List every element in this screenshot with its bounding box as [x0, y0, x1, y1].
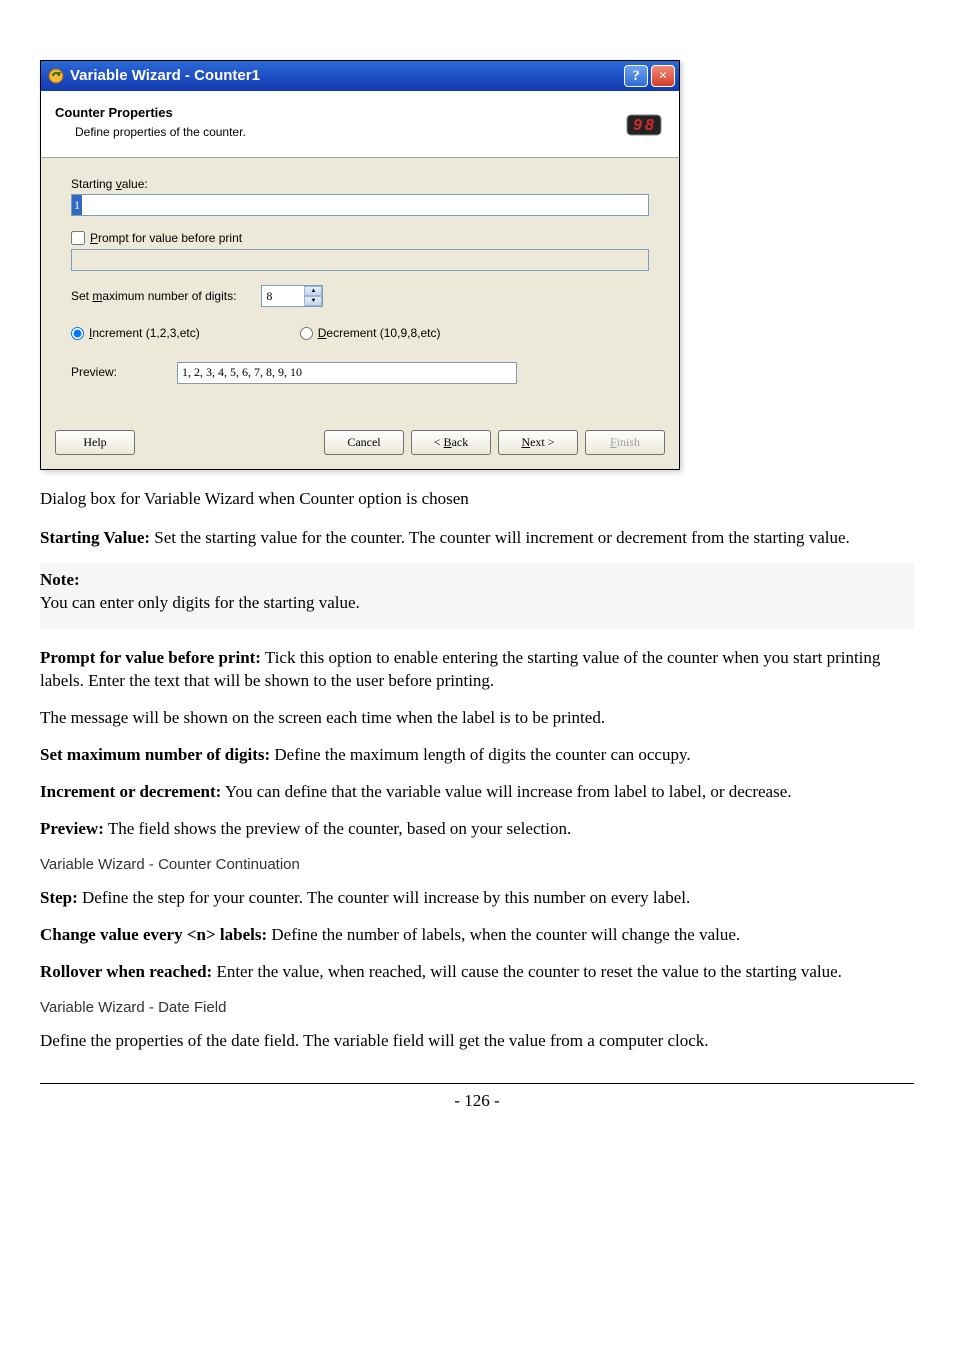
- para-date: Define the properties of the date field.…: [40, 1030, 914, 1053]
- starting-value-field: Starting value: 1: [71, 176, 649, 216]
- subhead-counter-continuation: Variable Wizard - Counter Continuation: [40, 855, 914, 875]
- prompt-field: Prompt for value before print: [71, 230, 649, 271]
- help-button[interactable]: Help: [55, 430, 135, 455]
- max-digits-field: Set maximum number of digits: ▲ ▼: [71, 285, 649, 307]
- para-message: The message will be shown on the screen …: [40, 707, 914, 730]
- max-digits-label: Set maximum number of digits:: [71, 288, 236, 304]
- svg-text:9: 9: [633, 117, 642, 134]
- subhead-date-field: Variable Wizard - Date Field: [40, 998, 914, 1018]
- spin-down-icon[interactable]: ▼: [304, 296, 322, 306]
- titlebar[interactable]: Variable Wizard - Counter1 ? ×: [41, 61, 679, 91]
- para-change: Change value every <n> labels: Define th…: [40, 924, 914, 947]
- preview-field: Preview:: [71, 362, 649, 384]
- dialog-window: Variable Wizard - Counter1 ? × Counter P…: [40, 60, 680, 470]
- back-button[interactable]: < Back: [411, 430, 491, 455]
- cancel-button[interactable]: Cancel: [324, 430, 404, 455]
- note-body: You can enter only digits for the starti…: [40, 593, 360, 612]
- figure-caption: Dialog box for Variable Wizard when Coun…: [40, 488, 914, 511]
- dialog-body: Starting value: 1 Prompt for value befor…: [41, 158, 679, 394]
- note-block: Note: You can enter only digits for the …: [40, 563, 914, 629]
- prompt-checkbox[interactable]: [71, 231, 85, 245]
- close-icon[interactable]: ×: [651, 65, 675, 87]
- para-max-digits: Set maximum number of digits: Define the…: [40, 744, 914, 767]
- starting-value-input[interactable]: [71, 194, 649, 216]
- preview-output: [177, 362, 517, 384]
- decrement-radio[interactable]: [300, 327, 313, 340]
- prompt-input: [71, 249, 649, 271]
- para-increment: Increment or decrement: You can define t…: [40, 781, 914, 804]
- help-icon[interactable]: ?: [624, 65, 648, 87]
- decrement-radio-label[interactable]: Decrement (10,9,8,etc): [300, 325, 441, 341]
- para-rollover: Rollover when reached: Enter the value, …: [40, 961, 914, 984]
- max-digits-spinner[interactable]: ▲ ▼: [261, 285, 323, 307]
- increment-radio[interactable]: [71, 327, 84, 340]
- para-starting-value: Starting Value: Set the starting value f…: [40, 527, 914, 550]
- direction-radiogroup: Increment (1,2,3,etc) Decrement (10,9,8,…: [71, 325, 649, 341]
- app-icon: [47, 67, 65, 85]
- next-button[interactable]: Next >: [498, 430, 578, 455]
- para-step: Step: Define the step for your counter. …: [40, 887, 914, 910]
- para-preview: Preview: The field shows the preview of …: [40, 818, 914, 841]
- para-prompt: Prompt for value before print: Tick this…: [40, 647, 914, 693]
- header-subtitle: Define properties of the counter.: [75, 124, 623, 140]
- prompt-label: Prompt for value before print: [90, 230, 242, 246]
- finish-button: Finish: [585, 430, 665, 455]
- spin-up-icon[interactable]: ▲: [304, 286, 322, 296]
- preview-label: Preview:: [71, 364, 117, 380]
- dialog-header: Counter Properties Define properties of …: [41, 91, 679, 158]
- increment-radio-label[interactable]: Increment (1,2,3,etc): [71, 325, 200, 341]
- page-number: - 126 -: [40, 1090, 914, 1113]
- header-title: Counter Properties: [55, 104, 623, 122]
- starting-value-selection: 1: [72, 195, 82, 215]
- starting-value-label: Starting value:: [71, 176, 649, 192]
- max-digits-input[interactable]: [262, 286, 304, 306]
- dialog-button-row: Help Cancel < Back Next > Finish: [41, 394, 679, 469]
- svg-text:8: 8: [645, 117, 654, 134]
- note-title: Note:: [40, 570, 80, 589]
- footer-rule: [40, 1083, 914, 1084]
- window-title: Variable Wizard - Counter1: [70, 66, 621, 86]
- counter-icon: 98: [623, 101, 665, 143]
